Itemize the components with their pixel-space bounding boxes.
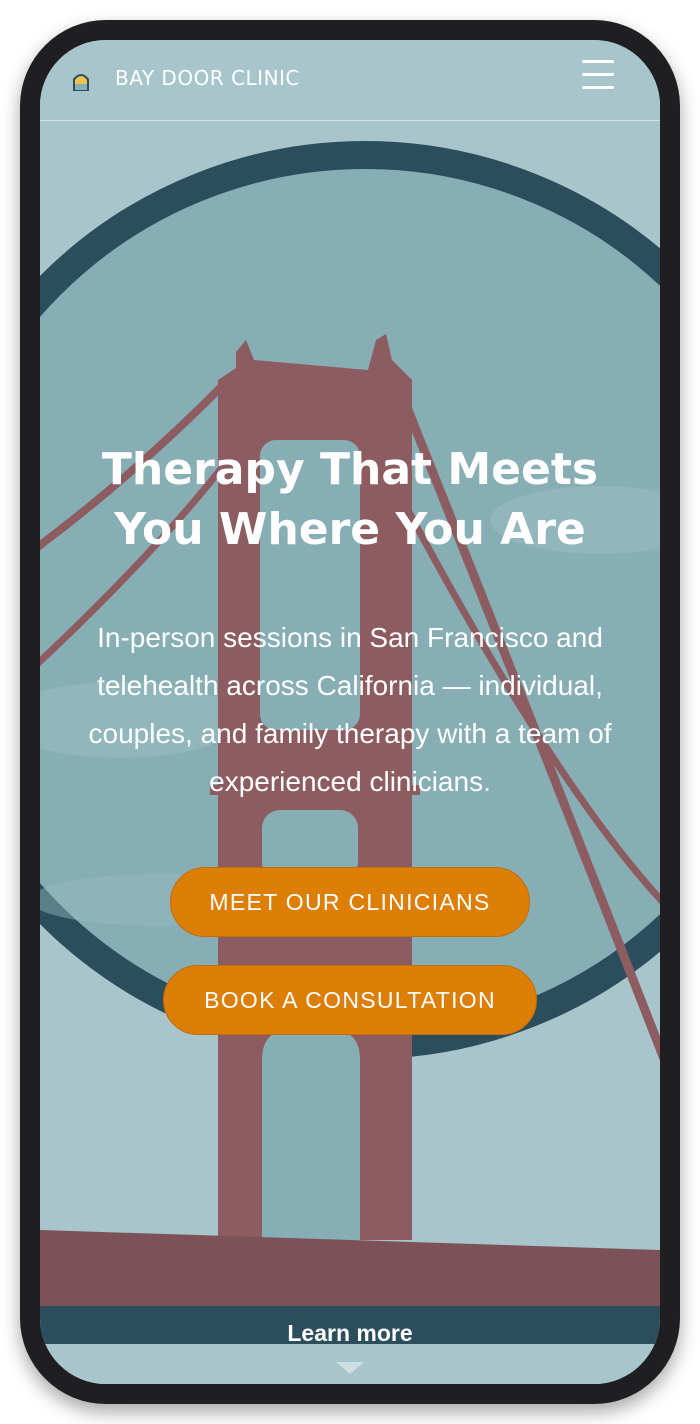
hero-title-line-2: You Where You Are: [114, 504, 586, 555]
hero-title-line-1: Therapy That Meets: [101, 444, 599, 495]
hero-description: In-person sessions in San Francisco and …: [88, 622, 612, 797]
meet-clinicians-button[interactable]: MEET OUR CLINICIANS: [170, 867, 530, 937]
brand-name[interactable]: BAY DOOR CLINIC: [115, 66, 300, 90]
book-consultation-button[interactable]: BOOK A CONSULTATION: [163, 965, 537, 1035]
top-navbar: BAY DOOR CLINIC: [40, 40, 660, 121]
phone-frame: BAY DOOR CLINIC Therapy That Meets You W…: [20, 20, 680, 1404]
hamburger-menu-icon[interactable]: [578, 56, 620, 94]
sunset-door-logo-icon[interactable]: [72, 70, 90, 92]
learn-more-link[interactable]: Learn more: [40, 1320, 660, 1347]
app-screen: BAY DOOR CLINIC Therapy That Meets You W…: [40, 40, 660, 1384]
hero-title: Therapy That Meets You Where You Are: [60, 440, 640, 560]
chevron-down-icon[interactable]: [336, 1362, 364, 1374]
